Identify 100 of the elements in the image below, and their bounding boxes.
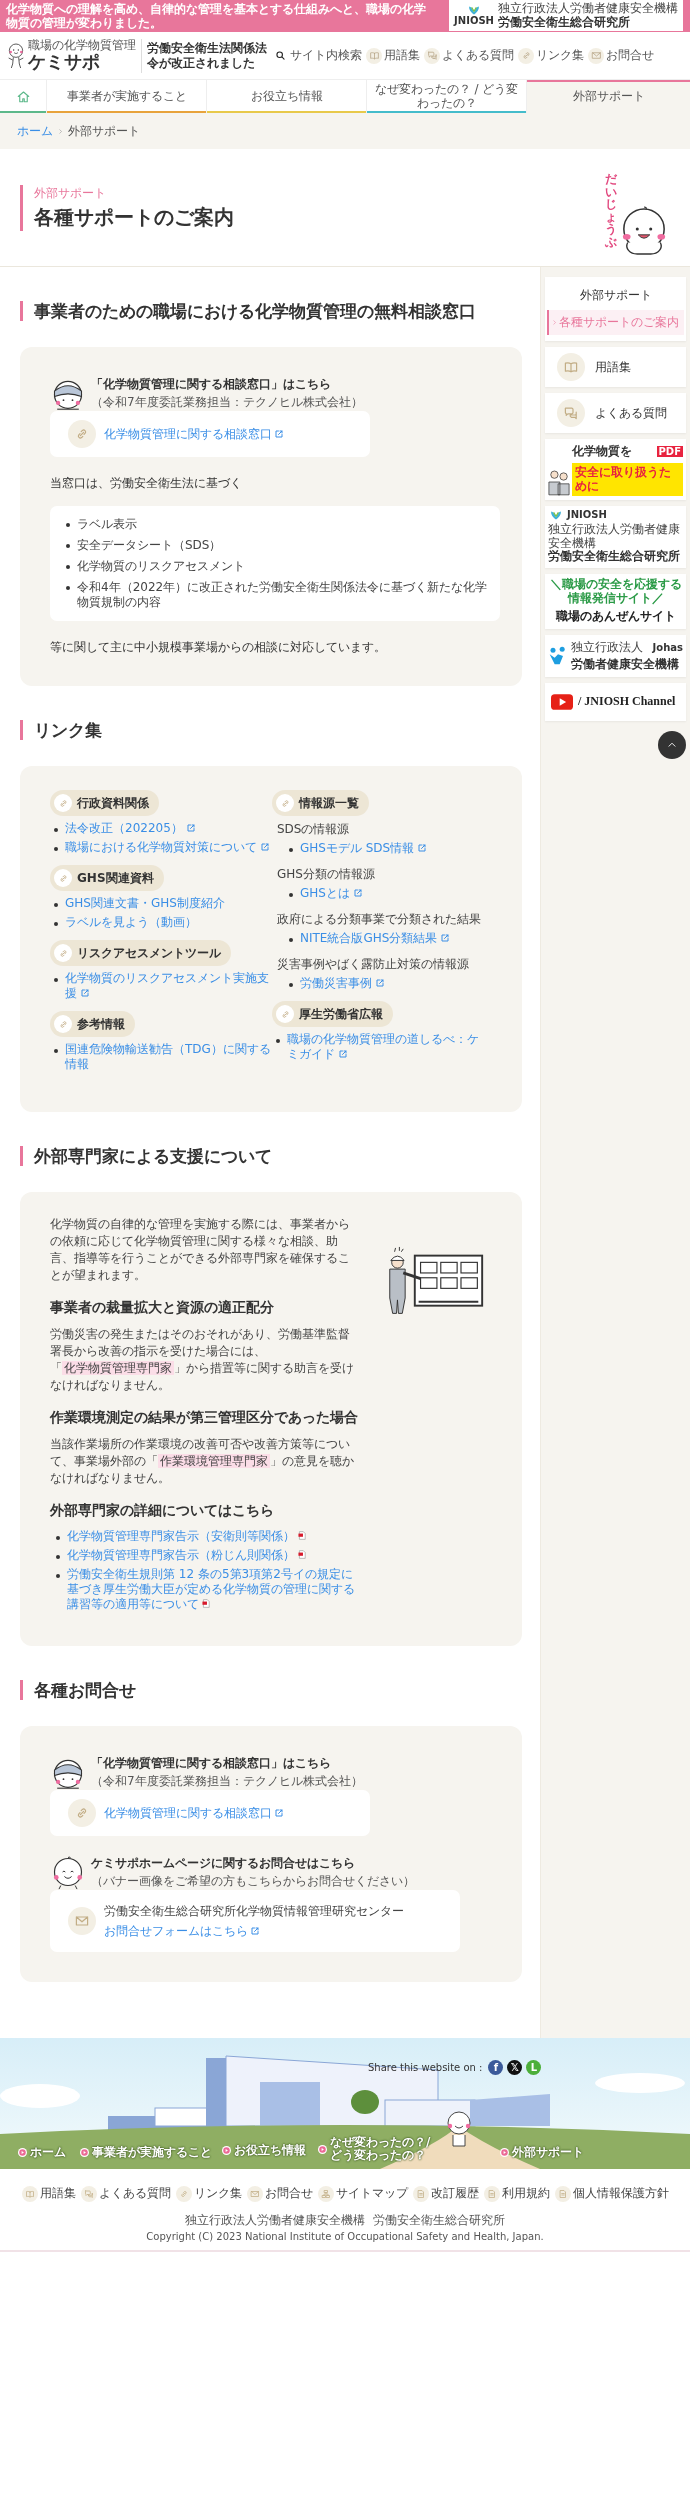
figures-logo-icon — [548, 645, 568, 666]
nav-tab[interactable]: 外部サポート — [527, 80, 690, 113]
section-heading: リンク集 — [20, 720, 522, 740]
copyright-text: Copyright (C) 2023 National Institute of Occupational Safety and Health, Japan. — [146, 2231, 544, 2242]
contact-title: 「化学物質管理に関する相談窓口」はこちら — [91, 376, 332, 393]
utility-link[interactable]: お問合せ — [588, 47, 654, 64]
institute-org-text: 独立行政法人労働者健康安全機構 — [498, 1, 678, 15]
institute-name-text: 労働安全衛生総合研究所 — [548, 550, 681, 565]
link-icon — [57, 947, 69, 959]
chevron-icon — [57, 127, 64, 135]
announcement-text: 化学物質への理解を高め、自律的な管理を基本とする仕組みへと、職場の化学物質の管理が変わりました。 — [6, 1, 427, 31]
external-link-icon — [352, 888, 363, 898]
external-link-icon — [338, 1049, 348, 1059]
mail-icon — [74, 1913, 90, 1929]
video-channel-banner[interactable]: / JNIOSH Channel — [545, 682, 686, 721]
utility-link[interactable]: リンク集 — [518, 47, 584, 64]
copyright-text: 労働安全衛生総合研究所 — [373, 2212, 505, 2229]
mascot-caption: だいじょうぶ — [605, 173, 617, 249]
sidebar-menu-title: 外部サポート — [578, 287, 653, 304]
mail-icon — [590, 50, 602, 61]
link-category-title: 参考情報 — [77, 1015, 125, 1033]
pdf-badge: PDF — [656, 446, 683, 457]
footer-link[interactable]: 利用規約 — [483, 2185, 550, 2202]
utility-link[interactable]: サイト内検索 — [272, 47, 362, 64]
institute-name-text: 労働安全衛生総合研究所 — [498, 15, 631, 30]
organization-type-text: 独立行政法人 — [571, 638, 643, 656]
chevron-icon — [551, 319, 558, 326]
mascot-icon — [6, 40, 26, 71]
footer-link[interactable]: 個人情報保護方針 — [554, 2185, 669, 2202]
contact-link[interactable]: お問合せフォームはこちら — [104, 1922, 260, 1940]
banner-tagline: ＼職場の安全を応援する情報発信サイト／ — [548, 578, 683, 606]
institute-mark-text: JNIOSH — [454, 16, 494, 26]
link-category-title: GHS関連資料 — [77, 869, 154, 887]
external-link-icon — [274, 1808, 284, 1818]
site-logo-link[interactable]: 職場の化学物質管理 ケミサポ — [6, 38, 142, 73]
body-paragraph: 労働災害の発生またはそのおそれがあり、労働基準監督署長から改善の指示を受けた場合には、 「 化学物質管理専門家 」から措置等に関する助言を受けなければなりません。 — [50, 1326, 355, 1394]
topic-item: 化学物質のリスクアセスメント — [64, 556, 490, 577]
link-icon — [57, 872, 69, 884]
logo-wordmark: ケミサポ — [28, 52, 101, 72]
back-to-top-button[interactable] — [658, 730, 686, 759]
law-revision-notice-link[interactable]: 労働安全衛生法関係法令が改正されました — [147, 41, 269, 70]
external-link-icon — [440, 933, 451, 943]
footer-link[interactable]: リンク集 — [175, 2185, 242, 2202]
link-icon — [57, 797, 69, 809]
speech-bubbles-icon — [563, 405, 579, 421]
sidebar-quick-link[interactable]: よくある質問 — [545, 393, 686, 433]
circle-arrow-icon — [318, 2144, 327, 2154]
footer-link[interactable]: お問合せ — [246, 2185, 313, 2202]
contact-note: （令和7年度委託業務担当：テクノヒル株式会社） — [91, 394, 363, 411]
source-caption: 政府による分類事業で分類された結果 — [277, 911, 482, 928]
handling-guide-banner[interactable]: 化学物質を PDF 安全に取り扱うために — [545, 439, 686, 500]
workers-icon — [548, 467, 570, 496]
subsection-heading: 事業者の裁量拡大と資源の適正配分 — [50, 1298, 275, 1316]
sitemap-icon — [320, 2188, 331, 2199]
circle-arrow-icon — [500, 2148, 509, 2157]
book-icon — [24, 2188, 35, 2199]
body-paragraph: 当該作業場所の作業環境の改善可否や改善方策等について、事業場外部の「 作業環境管理専門家 」の意見を聴かなければなりません。 — [50, 1436, 355, 1487]
breadcrumb-current-page: 外部サポート — [68, 122, 140, 140]
institute-emblem-icon — [548, 509, 564, 521]
organization-mark-text: Johas — [652, 641, 683, 653]
sidebar-quick-link[interactable]: 用語集 — [545, 347, 686, 387]
utility-link[interactable]: 用語集 — [366, 47, 420, 64]
link-icon — [520, 50, 532, 61]
mail-icon — [249, 2188, 260, 2199]
external-link-icon — [375, 978, 385, 988]
video-play-icon — [551, 693, 573, 710]
organization-name-text: 労働者健康安全機構 — [571, 655, 680, 673]
institute-mark-text: JNIOSH — [567, 510, 607, 521]
topic-item: ラベル表示 — [64, 514, 490, 535]
footer-link[interactable]: よくある質問 — [80, 2185, 171, 2202]
banner-title: 化学物質を — [572, 443, 632, 460]
link-category-title: 厚生労働省広報 — [299, 1005, 383, 1023]
footer-link[interactable]: サイトマップ — [317, 2185, 408, 2202]
footer-link[interactable]: 改訂履歴 — [412, 2185, 479, 2202]
external-link-icon — [417, 843, 428, 853]
safety-site-banner[interactable]: ＼職場の安全を応援する情報発信サイト／ 職場のあんぜんサイト — [545, 574, 686, 629]
section-heading: 外部専門家による支援について — [20, 1146, 522, 1166]
institute-logo-link[interactable]: JNIOSH 独立行政法人労働者健康安全機構 労働安全衛生総合研究所 — [448, 0, 684, 32]
contact-link[interactable]: 化学物質管理に関する相談窓口 — [104, 425, 284, 443]
contact-title: 「化学物質管理に関する相談窓口」はこちら — [91, 1755, 332, 1772]
banner-title: 職場のあんぜんサイト — [555, 607, 676, 625]
contact-note: （バナー画像をご希望の方もこちらからお問合せください） — [91, 1873, 415, 1890]
book-icon — [563, 359, 579, 375]
contact-title: ケミサポホームページに関するお問合せはこちら — [91, 1855, 356, 1872]
footer-link[interactable]: 用語集 — [21, 2185, 76, 2202]
contact-link[interactable]: 化学物質管理に関する相談窓口 — [104, 1804, 284, 1822]
organization-banner[interactable]: 独立行政法人 Johas 労働者健康安全機構 — [545, 634, 686, 677]
circle-arrow-icon — [18, 2148, 27, 2157]
institute-banner[interactable]: JNIOSH 独立行政法人労働者健康安全機構 労働安全衛生総合研究所 — [545, 505, 686, 569]
pdf-file-icon — [202, 1599, 210, 1608]
document-icon — [415, 2188, 426, 2199]
section-heading: 事業者のための職場における化学物質管理の無料相談窓口 — [20, 301, 522, 321]
speech-bubbles-icon — [426, 50, 438, 61]
subsection-heading: 外部専門家の詳細についてはこちら — [50, 1501, 275, 1519]
external-link-icon — [80, 988, 90, 998]
utility-link[interactable]: よくある質問 — [424, 47, 514, 64]
external-link-icon — [185, 823, 196, 833]
share-label: Share this website on : — [368, 2062, 483, 2073]
channel-name: / JNIOSH Channel — [578, 694, 676, 710]
document-icon — [557, 2188, 568, 2199]
